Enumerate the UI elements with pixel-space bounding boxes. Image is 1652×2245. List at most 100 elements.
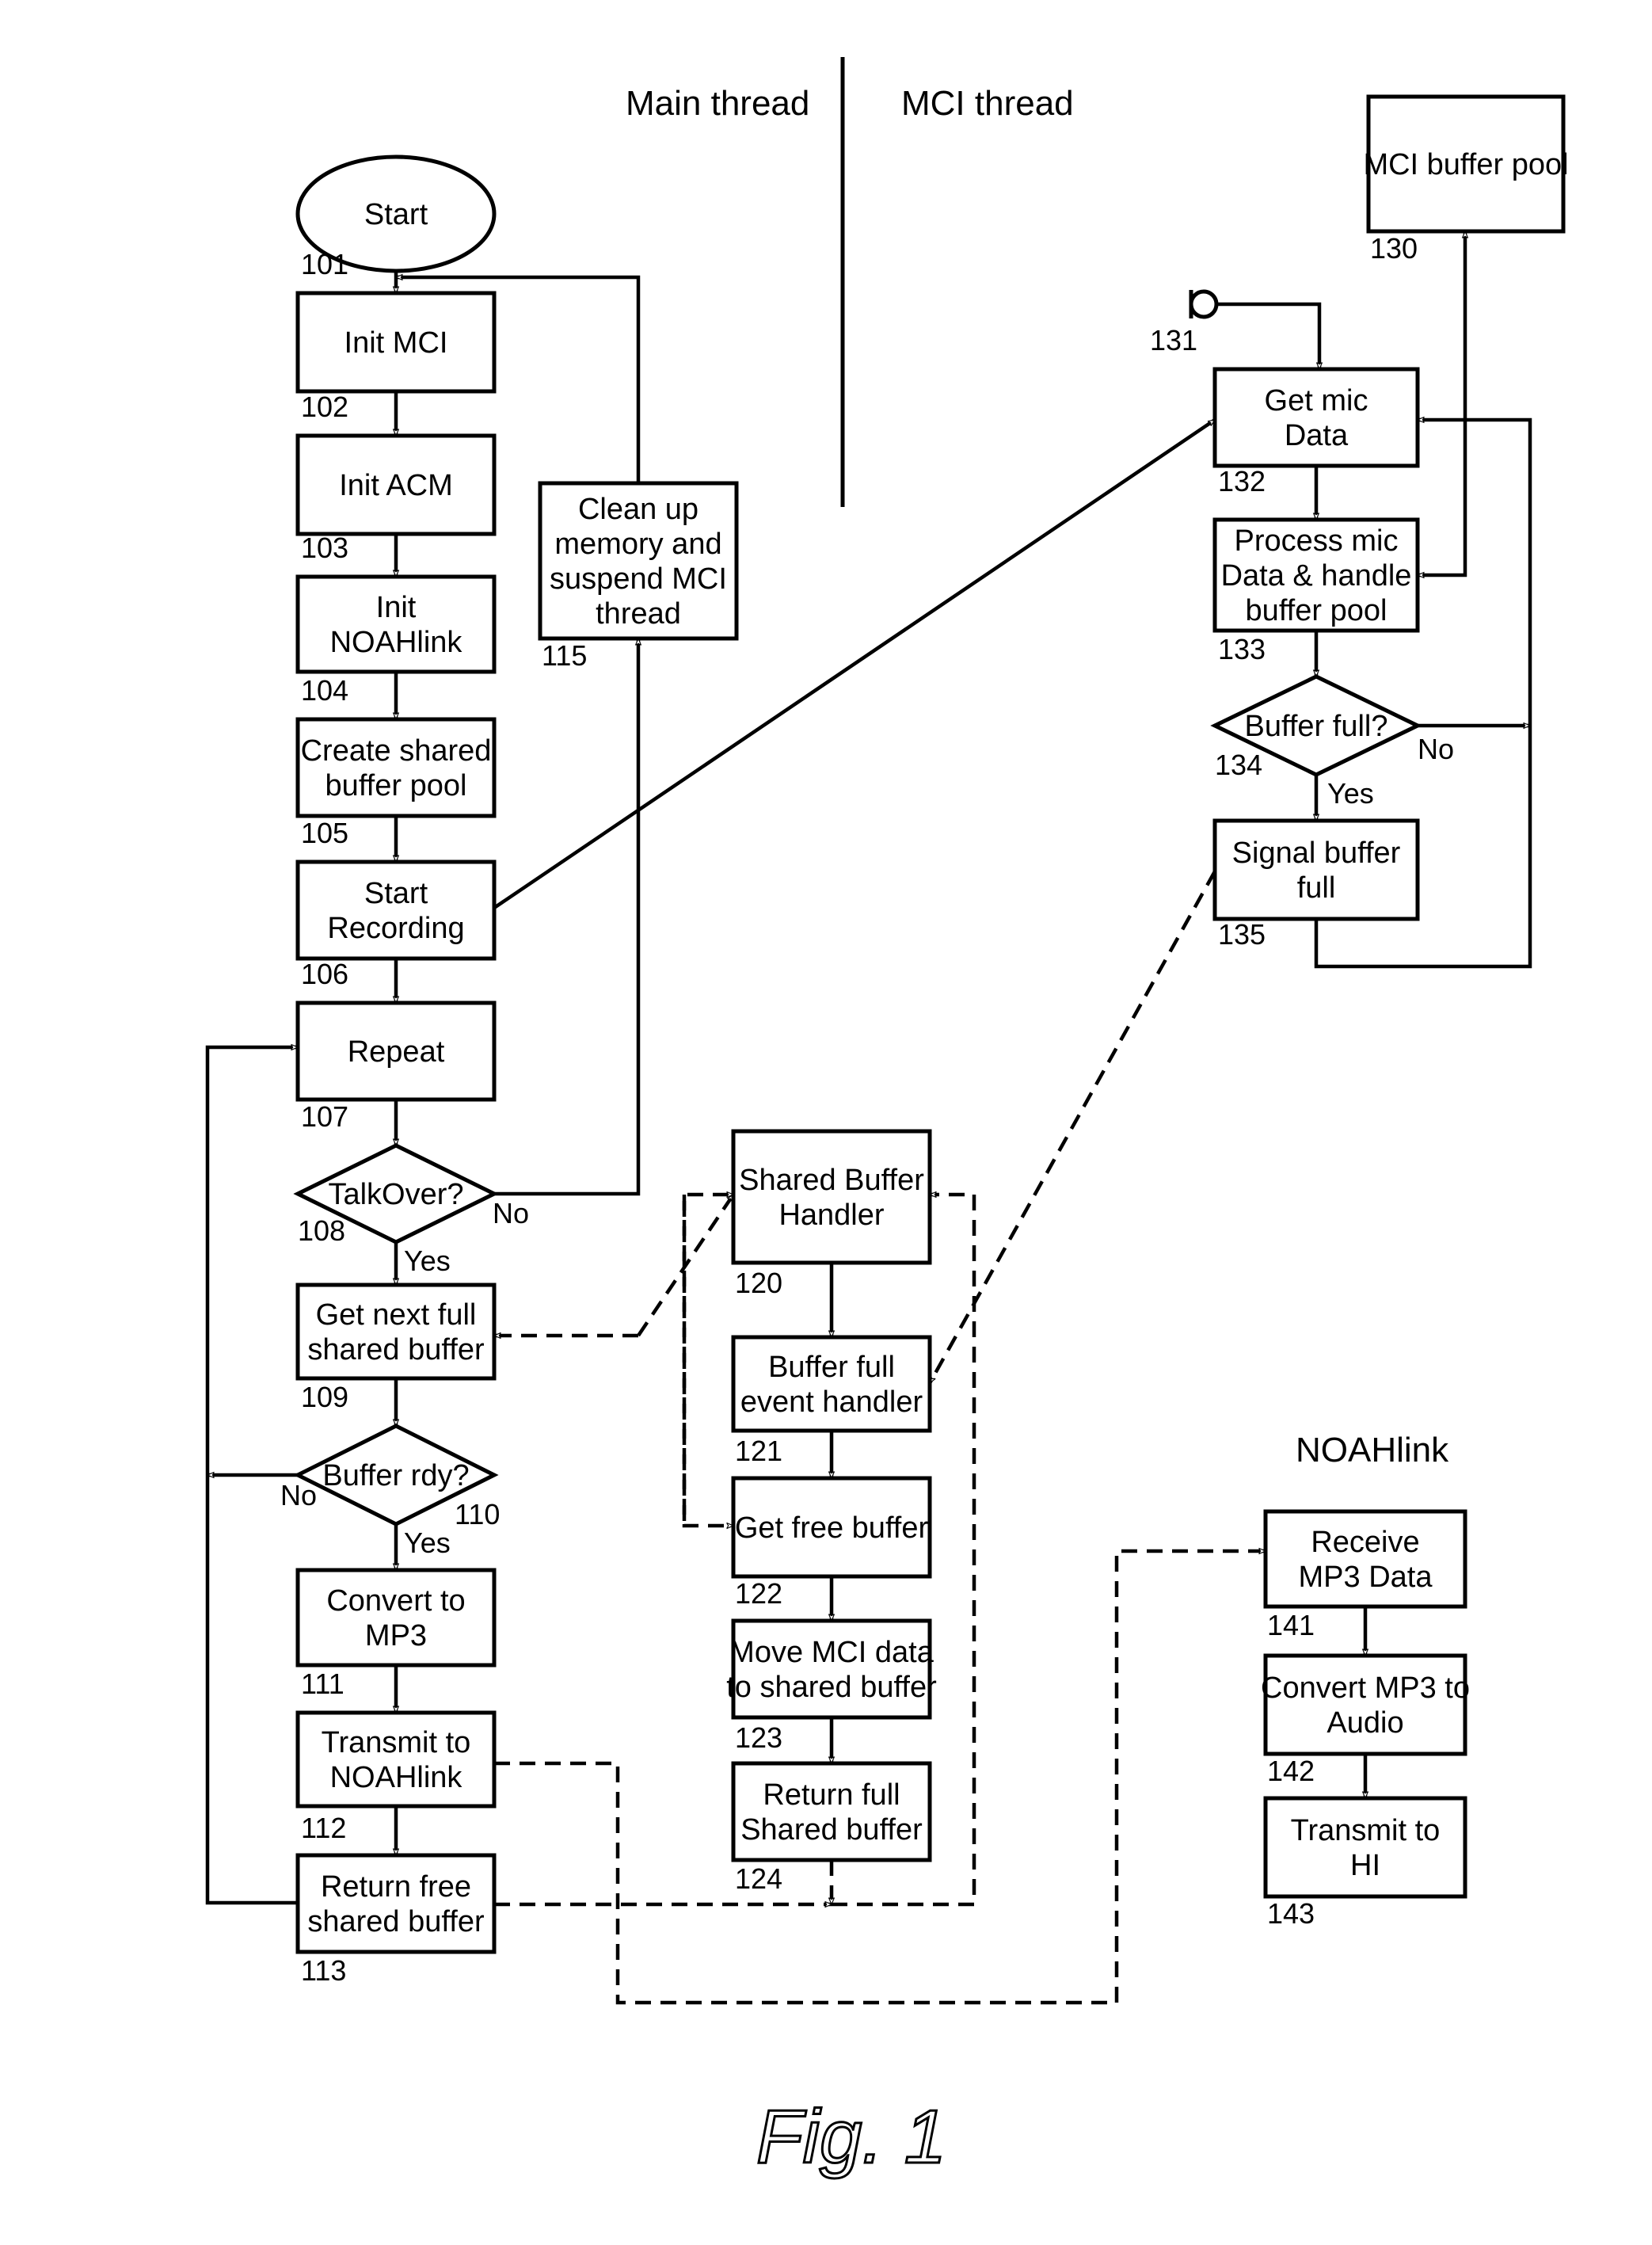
node-label: suspend MCI [550,562,727,596]
node-101: Start 101 [295,154,497,280]
reference-number: 135 [1218,918,1266,951]
reference-number: 106 [301,958,348,990]
node-label: MCI buffer pool [1363,148,1568,181]
reference-number: 143 [1267,1897,1315,1930]
node-label: NOAHlink [330,626,463,659]
reference-number: 123 [735,1721,782,1754]
node-label: MP3 [365,1619,427,1652]
nodes: Start101Init MCI102Init ACM103InitNOAHli… [280,94,1569,1987]
node-label: Shared buffer [740,1813,923,1847]
node-label: Buffer full [768,1351,895,1384]
reference-number: 113 [301,1954,346,1987]
reference-number: 133 [1218,633,1266,665]
reference-number: 130 [1370,232,1418,265]
reference-number: 120 [735,1267,782,1299]
reference-number: 104 [301,674,348,707]
node-label: buffer pool [1246,594,1387,627]
node-label: thread [596,597,681,631]
node-label: Get free buffer [735,1511,929,1545]
node-label: Repeat [348,1035,445,1069]
node-label: Process mic [1235,524,1399,558]
node-label: Return full [763,1778,900,1812]
figure-caption: Fig. 1 [756,2094,946,2179]
reference-number: 103 [301,532,348,564]
node-label: event handler [740,1385,923,1419]
node-label: TalkOver? [328,1178,463,1211]
reference-number: 105 [301,817,348,849]
node-113: Return freeshared buffer 113 [295,1853,497,1987]
node-label: Clean up [578,493,698,526]
connector-arrow [494,638,638,1196]
main-thread-heading: Main thread [626,84,809,123]
node-label: Init ACM [339,469,453,502]
microphone-icon [1189,289,1219,319]
node-label: Buffer full? [1245,710,1388,743]
node-label: Handler [778,1199,884,1232]
node-label: Move MCI data [729,1636,934,1669]
connector-arrow [1216,302,1319,369]
node-label: Convert to [326,1584,465,1618]
node-label: Start [364,877,428,910]
node-label: Convert MP3 to [1261,1671,1470,1705]
flowchart: Main thread MCI thread NOAHlink Start 101… [205,57,1569,2181]
branch-label-no: No [1418,733,1454,765]
mci-thread-heading: MCI thread [901,84,1074,123]
node-label: Recording [327,912,464,945]
connector-arrow [1418,231,1465,575]
node-label: NOAHlink [330,1761,463,1794]
branch-label-no: No [493,1197,529,1229]
reference-number: 124 [735,1862,782,1895]
node-label: Get mic [1265,384,1368,417]
connector-arrow [682,1195,733,1521]
branch-label-yes: Yes [1327,777,1374,810]
noahlink-heading: NOAHlink [1296,1431,1449,1469]
connector-arrow [682,1195,733,1526]
node-label: Signal buffer [1232,837,1401,870]
node-108: TalkOver?108 [293,1143,499,1247]
node-label: Transmit to [322,1726,471,1759]
node-label: to shared buffer [726,1671,937,1704]
node-label: Data [1285,419,1349,452]
node-143: Transmit toHI 143 [1263,1796,1467,1930]
reference-number: 122 [735,1577,782,1610]
reference-number: 131 [1150,324,1197,356]
reference-number: 107 [301,1100,348,1133]
reference-number: 110 [455,1498,500,1530]
node-label: memory and [554,528,721,561]
node-label: Create shared [301,734,492,768]
node-label: full [1297,871,1336,905]
reference-number: 141 [1267,1609,1315,1641]
reference-number: 102 [301,391,348,423]
node-label: Data & handle [1221,559,1412,593]
reference-number: 109 [301,1381,348,1413]
reference-number: 132 [1218,465,1266,497]
node-label: Buffer rdy? [322,1459,469,1492]
node-131: 131 [1150,324,1197,356]
reference-number: 101 [301,248,348,280]
node-label: HI [1350,1849,1380,1882]
node-110: Buffer rdy? 110 [293,1424,500,1530]
reference-number: 142 [1267,1755,1315,1787]
node-label: Return free [321,1870,471,1904]
reference-number: 134 [1215,749,1262,781]
node-label: shared buffer [307,1333,485,1366]
reference-number: 111 [301,1668,344,1700]
node-label: Shared Buffer [739,1164,924,1197]
node-label: MP3 Data [1299,1561,1433,1594]
branch-label-no: No [280,1479,317,1511]
reference-number: 115 [542,639,587,672]
node-label: Transmit to [1291,1814,1441,1847]
node-label: Init MCI [344,326,448,360]
process-box [731,1129,932,1265]
node-label: Get next full [316,1298,477,1332]
node-label: Start [364,198,428,231]
node-label: Init [376,591,417,624]
node-134: Buffer full? 134 [1210,674,1422,781]
branch-label-yes: Yes [404,1527,451,1559]
reference-number: 121 [735,1435,782,1467]
node-label: buffer pool [325,769,467,802]
branch-label-yes: Yes [404,1244,451,1277]
reference-number: 112 [301,1812,346,1844]
node-label: Receive [1311,1526,1419,1559]
reference-number: 108 [298,1214,345,1247]
